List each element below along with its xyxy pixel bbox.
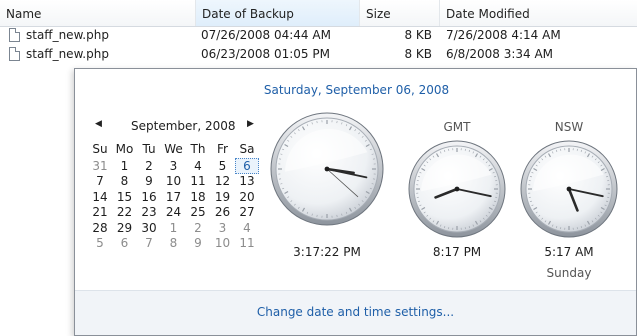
nsw-clock-label: NSW: [554, 120, 584, 134]
calendar-day[interactable]: 19: [211, 189, 235, 205]
calendar-day[interactable]: 13: [235, 173, 259, 189]
weekday-header: We: [164, 142, 183, 156]
file-size: 8 KB: [404, 28, 432, 42]
calendar-day[interactable]: 2: [186, 220, 210, 236]
calendar-day[interactable]: 24: [162, 204, 186, 220]
gmt-clock: [407, 139, 507, 239]
gmt-clock-label: GMT: [443, 120, 471, 134]
clock-center: [454, 186, 460, 192]
php-file-icon: [9, 47, 20, 61]
php-file-icon: [9, 28, 20, 42]
calendar-day[interactable]: 5: [88, 235, 112, 251]
calendar-day[interactable]: 11: [235, 235, 259, 251]
file-list-header: Name Date of Backup Size Date Modified: [0, 0, 637, 27]
local-clock-time: 3:17:22 PM: [293, 245, 361, 259]
calendar-day[interactable]: 7: [88, 173, 112, 189]
gmt-clock-face-icon: [408, 140, 506, 238]
calendar-day[interactable]: 12: [211, 173, 235, 189]
calendar-day[interactable]: 3: [211, 220, 235, 236]
calendar-day[interactable]: 17: [162, 189, 186, 205]
clock-center: [566, 186, 572, 192]
column-header-date-modified[interactable]: Date Modified: [440, 0, 637, 26]
calendar-day[interactable]: 25: [186, 204, 210, 220]
nsw-clock: [519, 139, 619, 239]
calendar-day[interactable]: 3: [162, 158, 186, 174]
calendar-day[interactable]: 26: [211, 204, 235, 220]
calendar-day[interactable]: 21: [88, 204, 112, 220]
previous-month-icon[interactable]: ◀: [95, 119, 102, 129]
weekday-header: Th: [190, 142, 206, 156]
calendar-day[interactable]: 11: [186, 173, 210, 189]
change-date-time-settings-link[interactable]: Change date and time settings...: [75, 305, 636, 319]
calendar-day[interactable]: 9: [186, 235, 210, 251]
calendar-day[interactable]: 7: [137, 235, 161, 251]
calendar-month-title[interactable]: September, 2008: [131, 119, 236, 133]
nsw-clock-day: Sunday: [546, 266, 592, 280]
calendar-day[interactable]: 10: [162, 173, 186, 189]
date-modified: 7/26/2008 4:14 AM: [446, 28, 561, 42]
calendar-day[interactable]: 5: [211, 158, 235, 174]
calendar-day[interactable]: 15: [113, 189, 137, 205]
calendar-day[interactable]: 30: [137, 220, 161, 236]
weekday-header: Su: [92, 142, 108, 156]
calendar-day[interactable]: 4: [186, 158, 210, 174]
file-size: 8 KB: [404, 47, 432, 61]
date-time-flyout: Saturday, September 06, 2008 ◀ September…: [74, 68, 637, 336]
calendar-day[interactable]: 6: [113, 235, 137, 251]
column-header-size[interactable]: Size: [360, 0, 440, 26]
flyout-footer: Change date and time settings...: [75, 290, 636, 335]
date-modified: 6/8/2008 3:34 AM: [446, 47, 554, 61]
calendar-day[interactable]: 2: [137, 158, 161, 174]
calendar-day[interactable]: 16: [137, 189, 161, 205]
calendar-day[interactable]: 1: [113, 158, 137, 174]
calendar-day[interactable]: 23: [137, 204, 161, 220]
calendar-day[interactable]: 31: [88, 158, 112, 174]
column-header-name[interactable]: Name: [0, 0, 196, 26]
calendar-day[interactable]: 10: [211, 235, 235, 251]
nsw-clock-face-icon: [520, 140, 618, 238]
calendar-day[interactable]: 4: [235, 220, 259, 236]
calendar-day[interactable]: 8: [162, 235, 186, 251]
calendar-day-today[interactable]: 6: [235, 157, 259, 174]
weekday-header: Tu: [142, 142, 156, 156]
date-of-backup: 06/23/2008 01:05 PM: [201, 47, 330, 61]
calendar-day[interactable]: 22: [113, 204, 137, 220]
calendar-day[interactable]: 28: [88, 220, 112, 236]
local-clock: [269, 111, 385, 227]
weekday-header: Fr: [217, 142, 228, 156]
local-clock-face-icon: [270, 112, 384, 226]
column-header-date-of-backup[interactable]: Date of Backup: [196, 0, 360, 26]
calendar-day[interactable]: 29: [113, 220, 137, 236]
gmt-clock-time: 8:17 PM: [432, 245, 482, 259]
calendar-day[interactable]: 8: [113, 173, 137, 189]
calendar-day[interactable]: 18: [186, 189, 210, 205]
clock-center: [324, 166, 330, 172]
calendar-day[interactable]: 27: [235, 204, 259, 220]
date-of-backup: 07/26/2008 04:44 AM: [201, 28, 331, 42]
file-name: staff_new.php: [26, 28, 109, 42]
nsw-clock-time: 5:17 AM: [544, 245, 594, 259]
calendar-day[interactable]: 20: [235, 189, 259, 205]
file-name: staff_new.php: [26, 47, 109, 61]
calendar-day[interactable]: 9: [137, 173, 161, 189]
next-month-icon[interactable]: ▶: [247, 119, 254, 129]
calendar-day[interactable]: 1: [162, 220, 186, 236]
weekday-header: Sa: [239, 142, 255, 156]
long-date-link[interactable]: Saturday, September 06, 2008: [75, 83, 637, 97]
calendar-day[interactable]: 14: [88, 189, 112, 205]
file-row[interactable]: staff_new.php 06/23/2008 01:05 PM 8 KB 6…: [0, 45, 637, 64]
file-row[interactable]: staff_new.php 07/26/2008 04:44 AM 8 KB 7…: [0, 26, 637, 45]
weekday-header: Mo: [115, 142, 134, 156]
